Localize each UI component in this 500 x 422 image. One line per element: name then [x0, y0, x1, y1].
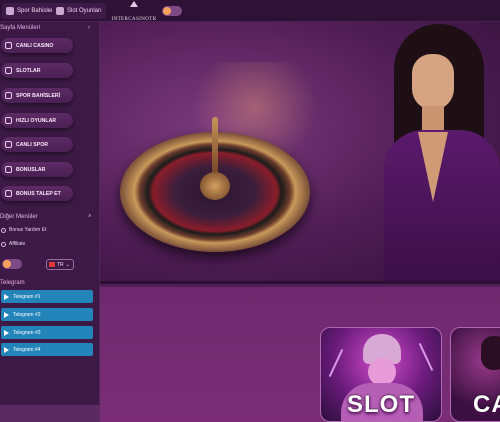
game-cards-section: SLOT CA [100, 287, 500, 422]
telegram-title: Telegram [0, 280, 25, 286]
telegram-label: Telegram #2 [13, 311, 41, 318]
sidebar-item-label: SLOTLAR [16, 67, 41, 74]
chevron-down-icon: ⌄ [65, 261, 70, 268]
roulette-center [200, 172, 230, 200]
sidebar-item-label: HIZLI OYUNLAR [16, 117, 57, 124]
moon-icon [3, 260, 11, 268]
bonus-help-link[interactable]: Bonus Yardım Et [1, 227, 46, 233]
sports-bets-button[interactable]: Spor Bahisleri [2, 3, 59, 19]
sidebar-item-label: CANLI SPOR [16, 141, 48, 148]
telegram-label: Telegram #4 [13, 346, 41, 353]
sidebar-theme-toggle[interactable] [2, 259, 22, 269]
crown-icon [130, 1, 138, 7]
collapse-icon[interactable]: ‹ [88, 25, 90, 31]
bonus-help-label: Bonus Yardım Et [9, 227, 47, 233]
telegram-icon [4, 346, 9, 353]
affiliate-link[interactable]: Affiliate [1, 241, 25, 247]
sidebar-item-live-casino[interactable]: CANLI CASINO [1, 38, 73, 53]
casino-card[interactable]: CA [450, 327, 500, 422]
sidebar-item-label: BONUS TALEP ET [16, 190, 61, 197]
warrior-face [368, 358, 396, 386]
slot-card-label: SLOT [347, 391, 415, 418]
sidebar-item-live-sports[interactable]: CANLI SPOR [1, 137, 73, 152]
sidebar-item-label: SPOR BAHİSLERİ [16, 92, 61, 99]
telegram-button-3[interactable]: Telegram #3 [1, 326, 93, 339]
sidebar-item-sports-bets[interactable]: SPOR BAHİSLERİ [1, 88, 73, 103]
theme-toggle[interactable] [162, 6, 182, 16]
moon-icon [163, 7, 171, 15]
casino-dealer-image [481, 336, 500, 370]
top-bar: Spor Bahisleri Slot Oyunları INTERCASINO… [0, 0, 500, 22]
hero-model-image [380, 22, 500, 281]
chip-icon [5, 42, 12, 49]
affiliate-icon [1, 241, 6, 247]
sidebar-item-label: CANLI CASINO [16, 42, 54, 49]
telegram-icon [4, 311, 9, 318]
telegram-button-2[interactable]: Telegram #2 [1, 308, 93, 321]
sidebar-item-bonus-request[interactable]: BONUS TALEP ET [1, 186, 73, 201]
hero-banner[interactable] [100, 22, 500, 284]
sidebar-item-fast-games[interactable]: HIZLI OYUNLAR [1, 113, 73, 128]
broadcast-icon [5, 141, 12, 148]
sidebar: Sayfa Menüleri ‹ CANLI CASINO SLOTLAR SP… [0, 22, 100, 422]
telegram-label: Telegram #1 [13, 293, 41, 300]
telegram-button-1[interactable]: Telegram #1 [1, 290, 93, 303]
slot-icon [56, 7, 64, 15]
sidebar-item-slots[interactable]: SLOTLAR [1, 63, 73, 78]
ball-icon [6, 7, 14, 15]
slot-games-button[interactable]: Slot Oyunları [52, 3, 106, 19]
other-menus-title: Diğer Menüler [0, 214, 38, 220]
sidebar-footer [0, 405, 100, 422]
bonus-icon [5, 190, 12, 197]
slot-icon [5, 67, 12, 74]
site-logo[interactable]: INTERCASINOTR [110, 1, 158, 22]
lightning-icon [328, 348, 344, 378]
casino-card-label: CA [473, 391, 500, 418]
lightning-icon [418, 342, 434, 372]
ball-icon [5, 92, 12, 99]
telegram-icon [4, 293, 9, 300]
sidebar-item-bonuses[interactable]: BONUSLAR [1, 162, 73, 177]
model-face [412, 54, 454, 110]
telegram-icon [4, 329, 9, 336]
flag-tr-icon [49, 262, 55, 267]
headset-icon [1, 227, 6, 233]
sidebar-item-label: BONUSLAR [16, 166, 46, 173]
language-select[interactable]: TR ⌄ [46, 259, 74, 270]
chevron-up-icon[interactable]: ˄ [88, 214, 92, 220]
sports-bets-label: Spor Bahisleri [17, 8, 55, 14]
language-label: TR [57, 261, 64, 268]
telegram-label: Telegram #3 [13, 329, 41, 336]
affiliate-label: Affiliate [9, 241, 26, 247]
slot-games-label: Slot Oyunları [67, 8, 102, 14]
gamepad-icon [5, 117, 12, 124]
slot-card[interactable]: SLOT [320, 327, 442, 422]
page-menus-title: Sayfa Menüleri [0, 25, 41, 31]
main-content: SLOT CA [100, 22, 500, 422]
gift-icon [5, 166, 12, 173]
telegram-button-4[interactable]: Telegram #4 [1, 343, 93, 356]
